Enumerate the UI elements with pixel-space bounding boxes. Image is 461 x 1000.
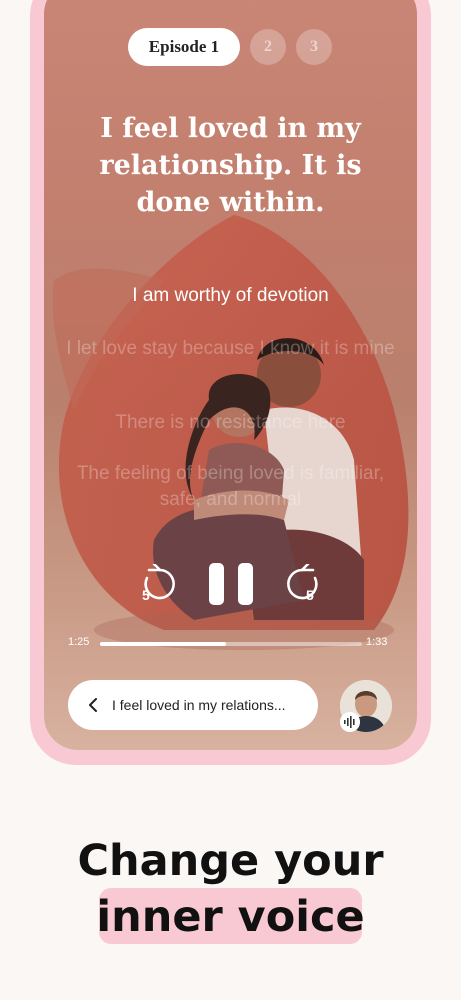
upcoming-line: The feeling of being loved is familiar, … bbox=[76, 463, 385, 510]
progress-bar[interactable] bbox=[100, 642, 362, 646]
current-line: I am worthy of devotion bbox=[132, 285, 329, 306]
playback-controls: 5 5 bbox=[44, 562, 417, 608]
total-time: 1:33 bbox=[366, 636, 388, 648]
pause-button[interactable] bbox=[209, 563, 253, 607]
voice-waveform-icon bbox=[340, 712, 360, 732]
upcoming-line: There is no resistance here bbox=[115, 412, 346, 433]
progress-fill bbox=[100, 642, 226, 646]
episode-selector: Episode 1 2 3 bbox=[44, 28, 417, 68]
episode-1-tab[interactable]: Episode 1 bbox=[128, 28, 240, 66]
upcoming-line: I let love stay because I know it is min… bbox=[66, 338, 395, 359]
headline-line-2: inner voice bbox=[96, 892, 365, 942]
player-screen: Episode 1 2 3 I feel loved in my relatio… bbox=[44, 0, 417, 750]
episode-3-tab[interactable]: 3 bbox=[296, 29, 332, 65]
chevron-left-icon bbox=[89, 698, 97, 712]
forward-seconds-label: 5 bbox=[306, 587, 314, 603]
pause-icon-bar bbox=[209, 563, 224, 605]
affirmation-title: I feel loved in my relationship. It is d… bbox=[99, 113, 362, 218]
pause-icon-bar bbox=[238, 563, 253, 605]
forward-5-icon[interactable]: 5 bbox=[282, 564, 322, 604]
current-time: 1:25 bbox=[68, 636, 90, 648]
headline-line-1: Change your bbox=[77, 836, 384, 886]
episode-2-tab[interactable]: 2 bbox=[250, 29, 286, 65]
replay-5-icon[interactable]: 5 bbox=[140, 564, 180, 604]
replay-seconds-label: 5 bbox=[142, 587, 150, 603]
session-title: I feel loved in my relations... bbox=[112, 697, 286, 713]
session-title-button[interactable]: I feel loved in my relations... bbox=[68, 680, 318, 730]
